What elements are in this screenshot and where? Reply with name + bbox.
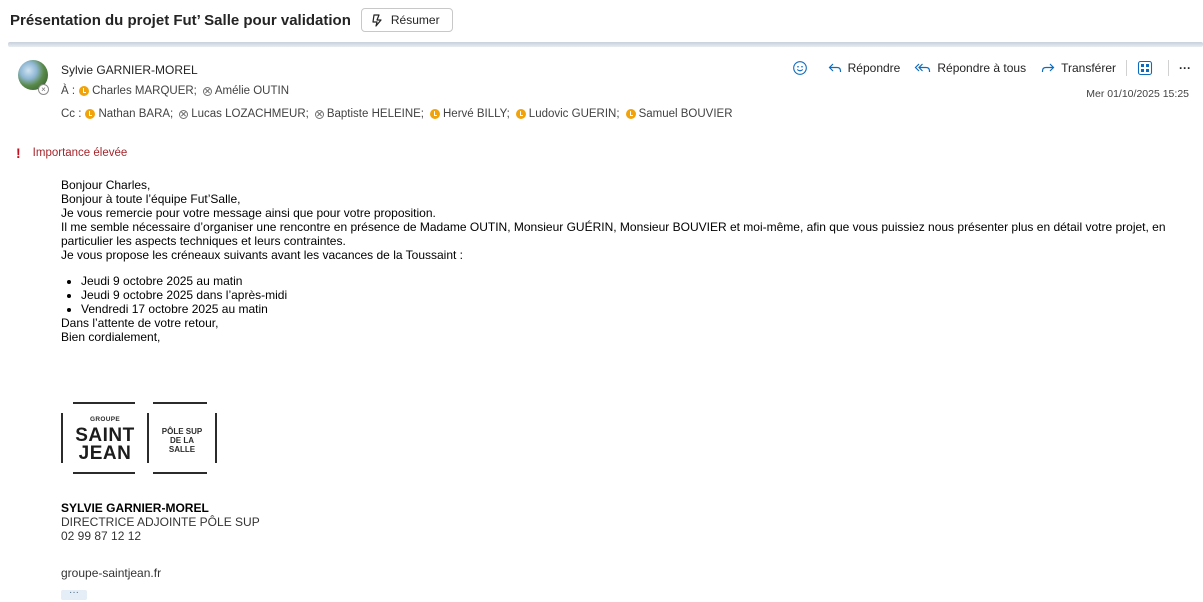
signature-phone: 02 99 87 12 12 [61, 529, 142, 543]
logo-line [73, 402, 135, 404]
groupe-saint-jean-logo: GROUPE SAINT JEAN PÔLE SUP DE LA SALLE [61, 402, 221, 474]
slot-list: Jeudi 9 octobre 2025 au matin Jeudi 9 oc… [61, 274, 1181, 316]
importance-high-icon: ! [16, 145, 21, 161]
reply-all-icon [915, 63, 931, 72]
logo-groupe: GROUPE [90, 416, 120, 423]
body-line: Je vous remercie pour votre message ains… [61, 206, 436, 220]
slot-item: Vendredi 17 octobre 2025 au matin [81, 302, 1181, 316]
apps-button[interactable] [1137, 60, 1158, 76]
logo-line [215, 413, 217, 463]
subject-bar: Présentation du projet Fut’ Salle pour v… [0, 0, 1203, 40]
presence-offline-icon: × [38, 84, 49, 95]
presence-away-icon [85, 109, 96, 119]
body-line: Bonjour Charles, [61, 178, 151, 192]
body-line: Bien cordialement, [61, 330, 161, 344]
signature-name: SYLVIE GARNIER-MOREL [61, 501, 209, 515]
summarize-button[interactable]: Résumer [360, 8, 453, 32]
cc-lucas-lozachmeur[interactable]: Lucas LOZACHMEUR; [179, 108, 309, 120]
presence-away-icon [625, 109, 636, 119]
presence-offline-icon [314, 109, 324, 119]
body-line: Dans l’attente de votre retour, [61, 316, 219, 330]
apps-grid-icon [1137, 60, 1153, 76]
to-label: À : [61, 85, 76, 97]
logo-pole-1: PÔLE SUP [161, 427, 203, 436]
logo-line [61, 413, 63, 463]
cc-recipients: Cc : Nathan BARA; Lucas LOZACHMEUR; Bapt… [61, 108, 739, 120]
copilot-icon [370, 12, 386, 28]
logo-pole-2: DE LA [170, 436, 194, 445]
toolbar-separator [1126, 60, 1127, 76]
cc-ludovic-guerin[interactable]: Ludovic GUERIN; [515, 108, 620, 120]
forward-icon [1041, 63, 1055, 72]
importance-banner: ! Importance élevée [16, 145, 127, 161]
sender-name[interactable]: Sylvie GARNIER-MOREL [61, 63, 198, 77]
logo-line [153, 472, 207, 474]
cc-baptiste-heleine[interactable]: Baptiste HELEINE; [314, 108, 424, 120]
cc-nathan-bara[interactable]: Nathan BARA; [85, 108, 173, 120]
body-line: Je vous propose les créneaux suivants av… [61, 248, 464, 262]
presence-away-icon [515, 109, 526, 119]
recipient-charles-marquer[interactable]: Charles MARQUER; [79, 85, 197, 97]
logo-line [147, 413, 149, 463]
body-line: Bonjour à toute l’équipe Fut’Salle, [61, 192, 241, 206]
logo-line [73, 472, 135, 474]
recipient-amelie-outin[interactable]: Amélie OUTIN [202, 85, 289, 97]
cc-label: Cc : [61, 108, 82, 120]
reply-all-button[interactable]: Répondre à tous [914, 60, 1026, 76]
presence-offline-icon [179, 109, 189, 119]
logo-pole-3: SALLE [168, 445, 196, 454]
emoji-reaction-button[interactable] [792, 60, 813, 76]
signature-title: DIRECTRICE ADJOINTE PÔLE SUP [61, 515, 260, 529]
slot-item: Jeudi 9 octobre 2025 au matin [81, 274, 1181, 288]
cc-herve-billy[interactable]: Hervé BILLY; [430, 108, 510, 120]
more-actions-button[interactable]: ··· [1179, 61, 1191, 75]
logo-jean: JEAN [78, 443, 132, 464]
body-line: Il me semble nécessaire d’organiser une … [61, 220, 1166, 248]
show-more-button[interactable]: ··· [61, 588, 87, 600]
to-recipients: À : Charles MARQUER; Amélie OUTIN [61, 85, 295, 97]
presence-away-icon [79, 86, 90, 96]
slot-item: Jeudi 9 octobre 2025 dans l’après-midi [81, 288, 1181, 302]
header-divider [8, 42, 1203, 47]
message-actions: Répondre Répondre à tous Transférer ··· [778, 60, 1191, 76]
logo-line [153, 402, 207, 404]
more-icon: ··· [1179, 61, 1191, 75]
message-body: Bonjour Charles, Bonjour à toute l’équip… [61, 178, 1181, 344]
reply-button[interactable]: Répondre [827, 60, 900, 76]
forward-button[interactable]: Transférer [1040, 60, 1116, 76]
presence-offline-icon [202, 86, 212, 96]
signature-website[interactable]: groupe-saintjean.fr [61, 566, 161, 580]
smiley-icon [792, 61, 807, 75]
presence-away-icon [430, 109, 440, 119]
message-date: Mer 01/10/2025 15:25 [1086, 88, 1189, 100]
email-subject: Présentation du projet Fut’ Salle pour v… [10, 11, 351, 29]
summarize-label: Résumer [390, 13, 440, 27]
toolbar-separator [1168, 60, 1169, 76]
reply-icon [828, 63, 841, 72]
importance-label: Importance élevée [32, 147, 128, 159]
cc-samuel-bouvier[interactable]: Samuel BOUVIER [625, 108, 733, 120]
